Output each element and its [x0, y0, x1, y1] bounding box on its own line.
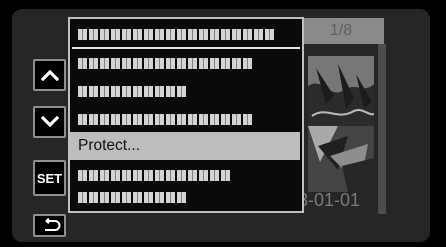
chevron-down-icon [40, 116, 59, 128]
chevron-up-icon [40, 69, 59, 81]
scroll-down-button[interactable] [33, 106, 66, 138]
camera-screen: SET 1/8 8-01-01 Protect... [0, 0, 446, 247]
thumbnail-image[interactable] [308, 56, 374, 128]
obscured-menu-label [78, 57, 254, 69]
back-button[interactable] [33, 214, 66, 237]
obscured-menu-label [78, 28, 276, 40]
thumbnail-image[interactable] [308, 126, 374, 192]
image-counter-text: 1/8 [329, 22, 353, 39]
image-counter: 1/8 [298, 18, 384, 44]
menu-item[interactable] [72, 183, 300, 211]
set-label: SET [36, 170, 63, 186]
obscured-menu-label [78, 191, 188, 203]
menu-item-label: Protect... [78, 137, 141, 154]
thumbnail-panel: 1/8 8-01-01 [298, 18, 418, 228]
thumbnail-scrollbar[interactable] [378, 44, 386, 214]
obscured-menu-label [78, 169, 232, 181]
obscured-menu-label [78, 85, 188, 97]
context-menu: Protect... [68, 17, 304, 213]
return-arrow-icon [39, 218, 61, 233]
image-date-text: 8-01-01 [298, 190, 361, 210]
scroll-up-button[interactable] [33, 59, 66, 91]
menu-item[interactable] [72, 49, 300, 77]
obscured-menu-label [78, 113, 254, 125]
menu-item[interactable] [72, 21, 300, 49]
menu-item[interactable] [72, 77, 300, 105]
menu-item-protect[interactable]: Protect... [70, 132, 300, 160]
image-date: 8-01-01 [298, 190, 418, 211]
set-button[interactable]: SET [33, 160, 66, 196]
menu-item[interactable] [72, 105, 300, 133]
